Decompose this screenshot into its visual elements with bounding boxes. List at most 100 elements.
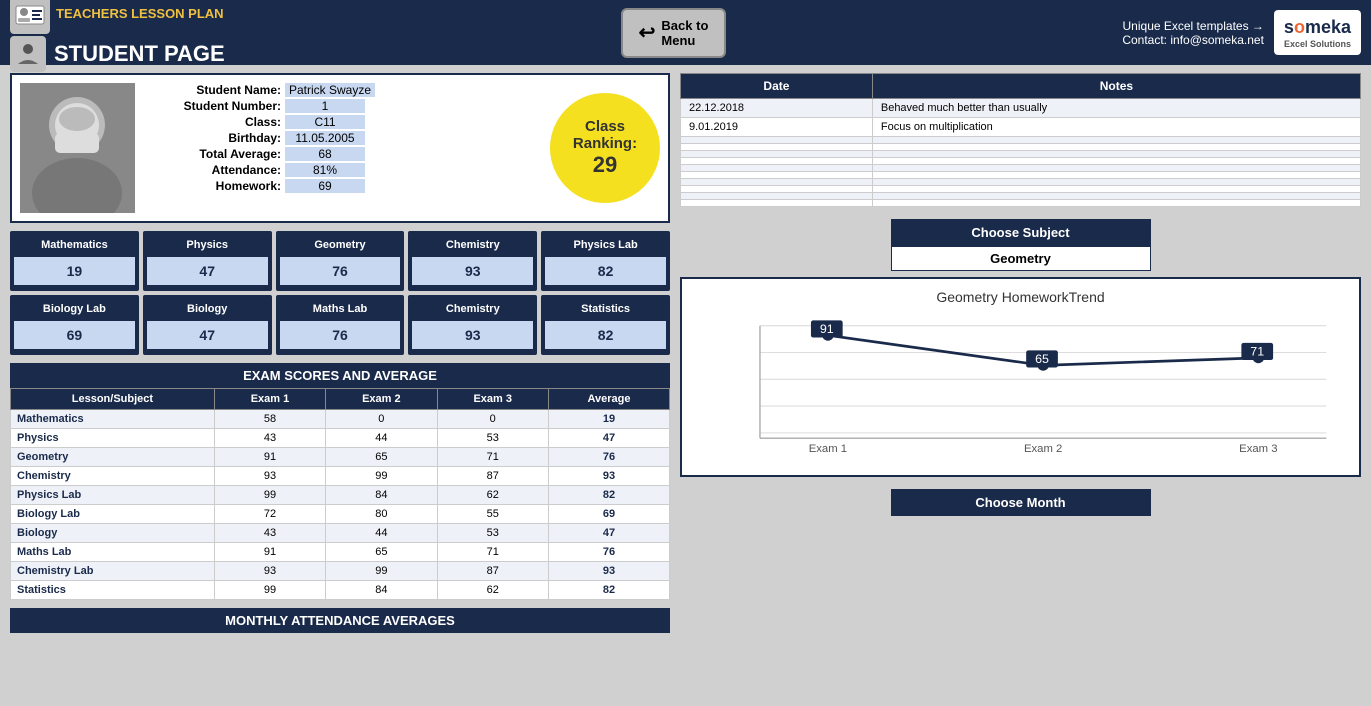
back-button-area: ↩ Back to Menu: [621, 8, 727, 58]
notes-row: [681, 193, 1361, 200]
choose-subject-button[interactable]: Choose Subject: [891, 219, 1151, 246]
notes-date-cell: [681, 186, 873, 193]
ranking-value: 29: [593, 152, 617, 178]
subject-score-cell: Mathematics19: [10, 231, 139, 291]
exam-subject: Chemistry: [11, 467, 215, 486]
student-avg-row: Total Average: 68: [145, 147, 540, 161]
exam-avg: 47: [548, 429, 669, 448]
notes-row: [681, 151, 1361, 158]
notes-date-cell: [681, 144, 873, 151]
exam-col-header: Exam 3: [437, 389, 548, 410]
exam3-score: 62: [437, 581, 548, 600]
subject-score-cell: Biology Lab69: [10, 295, 139, 355]
exam3-score: 71: [437, 448, 548, 467]
chart-container: Geometry HomeworkTrend: [680, 277, 1361, 477]
exam2-score: 99: [326, 562, 437, 581]
choose-month-button[interactable]: Choose Month: [891, 489, 1151, 516]
exam-subject: Chemistry Lab: [11, 562, 215, 581]
exam3-score: 53: [437, 524, 548, 543]
svg-text:71: 71: [1250, 345, 1264, 359]
exam-subject: Physics Lab: [11, 486, 215, 505]
notes-date-cell: [681, 158, 873, 165]
subject-score-cell: Physics47: [143, 231, 272, 291]
exam-col-header: Exam 1: [214, 389, 325, 410]
exam-avg: 76: [548, 543, 669, 562]
exam3-score: 53: [437, 429, 548, 448]
exam2-score: 65: [326, 543, 437, 562]
exam-avg: 93: [548, 467, 669, 486]
exam-table-row: Statistics 99 84 62 82: [11, 581, 670, 600]
subject-score-cell: Chemistry93: [408, 231, 537, 291]
exam-subject: Physics: [11, 429, 215, 448]
student-class-value: C11: [285, 115, 365, 129]
student-class-row: Class: C11: [145, 115, 540, 129]
back-to-menu-button[interactable]: ↩ Back to Menu: [621, 8, 727, 58]
notes-date-cell: [681, 179, 873, 186]
student-number-row: Student Number: 1: [145, 99, 540, 113]
notes-row: [681, 200, 1361, 207]
exam3-score: 62: [437, 486, 548, 505]
notes-notes-col: Notes: [872, 74, 1360, 99]
contact-text: Contact: info@someka.net: [1122, 33, 1264, 47]
exam2-score: 84: [326, 581, 437, 600]
notes-row: [681, 165, 1361, 172]
notes-text-cell: [872, 144, 1360, 151]
exam-col-header: Exam 2: [326, 389, 437, 410]
teacher-icon: [10, 0, 50, 34]
exam3-score: 87: [437, 467, 548, 486]
header-right: Unique Excel templates → Contact: info@s…: [1122, 10, 1361, 55]
notes-text-cell: [872, 172, 1360, 179]
notes-date-cell: [681, 172, 873, 179]
exam-avg: 93: [548, 562, 669, 581]
student-birthday-value: 11.05.2005: [285, 131, 365, 145]
exam-subject: Biology Lab: [11, 505, 215, 524]
scores-grid: Mathematics19Physics47Geometry76Chemistr…: [10, 231, 670, 355]
exam-table-row: Biology Lab 72 80 55 69: [11, 505, 670, 524]
subject-score-cell: Chemistry93: [408, 295, 537, 355]
exam-avg: 69: [548, 505, 669, 524]
exam-table-row: Physics 43 44 53 47: [11, 429, 670, 448]
notes-text-cell: [872, 186, 1360, 193]
notes-table: Date Notes 22.12.2018 Behaved much bette…: [680, 73, 1361, 207]
notes-text-cell: [872, 137, 1360, 144]
student-homework-row: Homework: 69: [145, 179, 540, 193]
student-homework-value: 69: [285, 179, 365, 193]
subject-score-cell: Statistics82: [541, 295, 670, 355]
exam-table-row: Physics Lab 99 84 62 82: [11, 486, 670, 505]
subject-score-cell: Biology47: [143, 295, 272, 355]
notes-date-cell: [681, 165, 873, 172]
student-attendance-value: 81%: [285, 163, 365, 177]
exam-subject: Geometry: [11, 448, 215, 467]
exam-table-row: Chemistry Lab 93 99 87 93: [11, 562, 670, 581]
notes-text-cell: [872, 193, 1360, 200]
exam-subject: Mathematics: [11, 410, 215, 429]
left-panel: Student Name: Patrick Swayze Student Num…: [10, 73, 670, 633]
exam-avg: 82: [548, 486, 669, 505]
subject-score-cell: Physics Lab82: [541, 231, 670, 291]
notes-section: Date Notes 22.12.2018 Behaved much bette…: [680, 73, 1361, 207]
exam-avg: 47: [548, 524, 669, 543]
exam-table-header: EXAM SCORES AND AVERAGE: [10, 363, 670, 388]
subject-score-cell: Geometry76: [276, 231, 405, 291]
exam-avg: 76: [548, 448, 669, 467]
exam-avg: 19: [548, 410, 669, 429]
unique-text: Unique Excel templates →: [1122, 19, 1264, 33]
header-left: TEACHERS LESSON PLAN STUDENT PAGE: [10, 0, 225, 72]
exam2-score: 65: [326, 448, 437, 467]
student-name-row: Student Name: Patrick Swayze: [145, 83, 540, 97]
main-content: Student Name: Patrick Swayze Student Num…: [0, 65, 1371, 641]
class-ranking-circle: Class Ranking: 29: [550, 93, 660, 203]
notes-row: [681, 172, 1361, 179]
exam2-score: 44: [326, 429, 437, 448]
header: TEACHERS LESSON PLAN STUDENT PAGE ↩ Back…: [0, 0, 1371, 65]
notes-text-cell: [872, 200, 1360, 207]
notes-date-cell: [681, 151, 873, 158]
exam3-score: 0: [437, 410, 548, 429]
exam1-score: 99: [214, 581, 325, 600]
chart-title: Geometry HomeworkTrend: [692, 289, 1349, 305]
notes-date-cell: 9.01.2019: [681, 118, 873, 137]
exam2-score: 44: [326, 524, 437, 543]
student-name-value: Patrick Swayze: [285, 83, 375, 97]
exam1-score: 72: [214, 505, 325, 524]
notes-row: 9.01.2019 Focus on multiplication: [681, 118, 1361, 137]
